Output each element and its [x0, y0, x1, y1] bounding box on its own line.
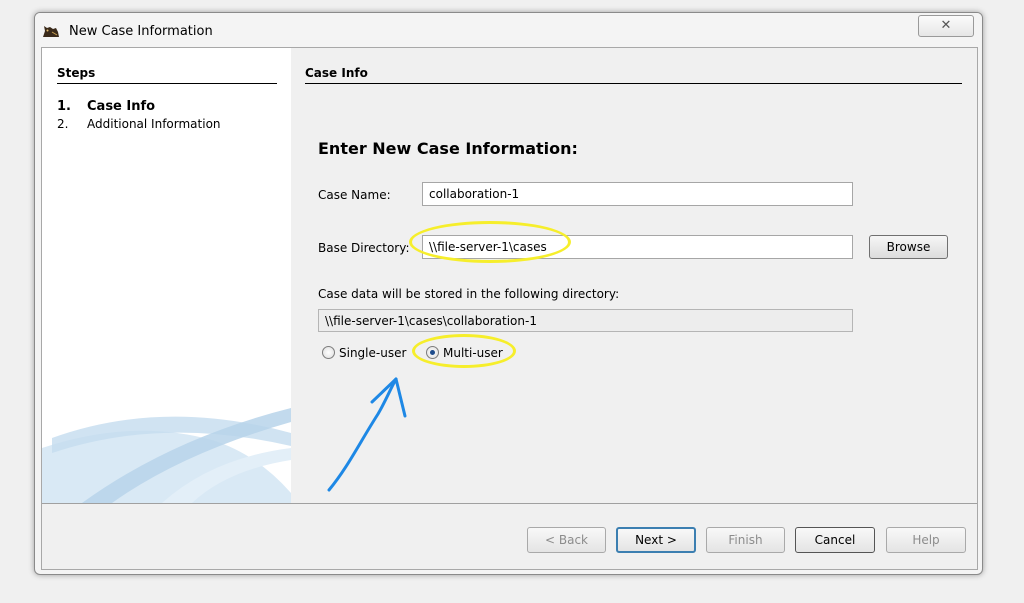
- step-number: 1.: [57, 99, 71, 114]
- base-directory-input[interactable]: \\file-server-1\cases: [422, 235, 853, 259]
- case-name-label: Case Name:: [318, 188, 391, 202]
- decorative-swoosh-graphic: [42, 408, 291, 503]
- autopsy-dog-icon: [43, 26, 59, 37]
- step-case-info: 1. Case Info: [57, 99, 155, 114]
- new-case-dialog: New Case Information ✕ Steps 1. Case Info…: [34, 12, 983, 575]
- finish-button[interactable]: Finish: [706, 527, 785, 553]
- base-directory-label: Base Directory:: [318, 241, 410, 255]
- single-user-radio[interactable]: [322, 346, 335, 359]
- single-user-label: Single-user: [339, 346, 407, 360]
- title-bar: New Case Information ✕: [35, 13, 982, 47]
- cancel-button[interactable]: Cancel: [795, 527, 875, 553]
- window-title: New Case Information: [69, 24, 213, 39]
- button-bar: < Back Next > Finish Cancel Help: [42, 503, 977, 569]
- case-name-input[interactable]: collaboration-1: [422, 182, 853, 206]
- dialog-content: Steps 1. Case Info 2. Additional Informati…: [41, 47, 978, 570]
- step-label: Additional Information: [87, 117, 221, 131]
- panel-header: Case Info: [305, 66, 962, 84]
- multi-user-radio[interactable]: [426, 346, 439, 359]
- step-label: Case Info: [87, 99, 156, 114]
- steps-pane: Steps 1. Case Info 2. Additional Informati…: [42, 48, 291, 503]
- page-heading: Enter New Case Information:: [318, 139, 578, 158]
- step-number: 2.: [57, 117, 69, 131]
- multi-user-label: Multi-user: [443, 346, 503, 360]
- storage-path-field: \\file-server-1\cases\collaboration-1: [318, 309, 853, 332]
- close-icon: ✕: [940, 18, 952, 33]
- close-button[interactable]: ✕: [918, 15, 974, 37]
- help-button[interactable]: Help: [886, 527, 966, 553]
- back-button[interactable]: < Back: [527, 527, 606, 553]
- step-additional-information: 2. Additional Information: [57, 117, 221, 131]
- storage-note: Case data will be stored in the followin…: [318, 287, 620, 301]
- browse-button[interactable]: Browse: [869, 235, 948, 259]
- next-button[interactable]: Next >: [616, 527, 696, 553]
- annotation-arrow: [327, 377, 407, 492]
- multi-user-option[interactable]: Multi-user: [426, 346, 503, 360]
- single-user-option[interactable]: Single-user: [322, 346, 406, 360]
- steps-header: Steps: [57, 66, 277, 84]
